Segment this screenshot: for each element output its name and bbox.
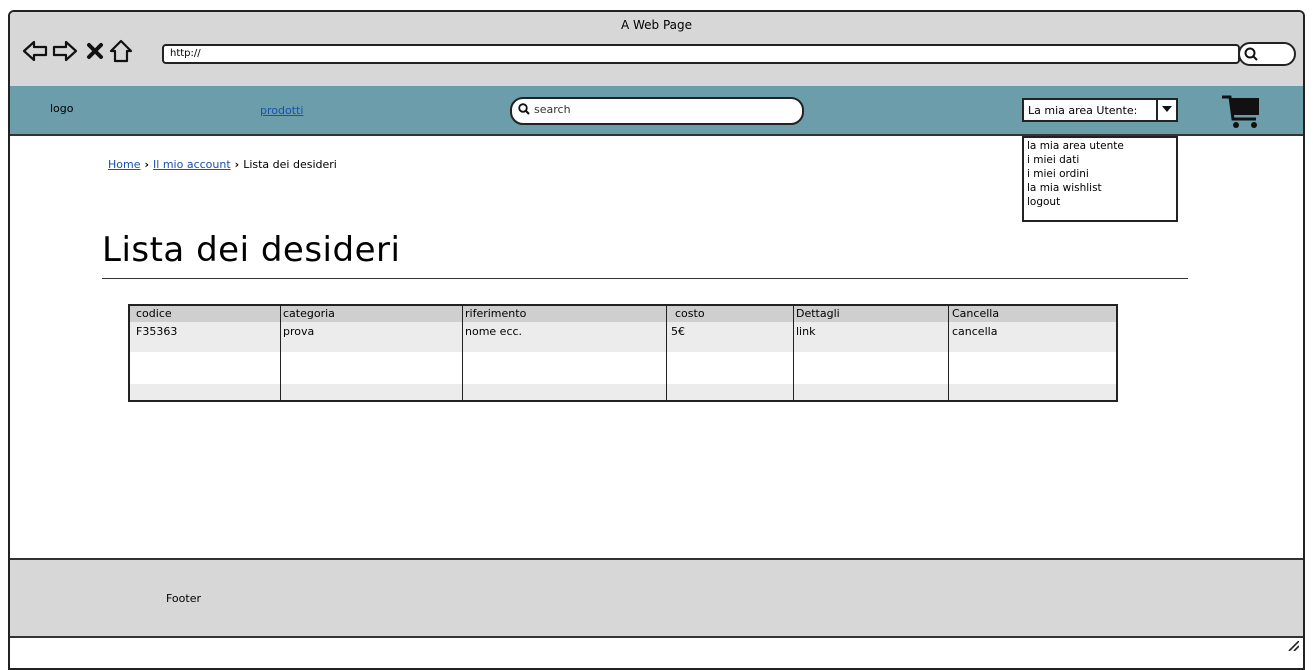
user-area-select[interactable]: La mia area Utente: bbox=[1022, 98, 1178, 122]
browser-search-button[interactable] bbox=[1238, 42, 1296, 66]
column-header-cost: costo bbox=[675, 307, 705, 320]
footer-label: Footer bbox=[166, 592, 201, 605]
site-search-input[interactable]: search bbox=[510, 97, 804, 125]
site-navbar: logo prodotti search La mia area Utente: bbox=[10, 86, 1303, 136]
cell-category: prova bbox=[283, 325, 315, 338]
site-logo[interactable]: logo bbox=[50, 102, 74, 115]
cell-code: F35363 bbox=[136, 325, 178, 338]
browser-window: A Web Page http:// logo prodotti search … bbox=[8, 10, 1305, 670]
search-icon bbox=[518, 103, 530, 115]
breadcrumb-chevron-icon: › bbox=[144, 158, 150, 171]
menu-item-wishlist[interactable]: la mia wishlist bbox=[1027, 181, 1173, 195]
column-header-reference: riferimento bbox=[465, 307, 527, 320]
cart-icon[interactable] bbox=[1222, 94, 1262, 130]
breadcrumb-account[interactable]: Il mio account bbox=[153, 158, 231, 171]
search-icon bbox=[1244, 47, 1258, 61]
column-header-code: codice bbox=[136, 307, 172, 320]
cell-delete-link[interactable]: cancella bbox=[952, 324, 997, 340]
column-divider bbox=[793, 306, 794, 400]
products-link[interactable]: prodotti bbox=[260, 104, 303, 117]
back-arrow-icon[interactable] bbox=[22, 38, 48, 64]
cell-details-link[interactable]: link bbox=[796, 324, 815, 340]
cell-cost: 5€ bbox=[671, 325, 685, 338]
wishlist-table: codice categoria riferimento costo Detta… bbox=[128, 304, 1118, 402]
menu-item-logout[interactable]: logout bbox=[1027, 195, 1173, 209]
browser-titlebar: A Web Page http:// bbox=[10, 12, 1303, 88]
menu-item-my-orders[interactable]: i miei ordini bbox=[1027, 167, 1173, 181]
column-divider bbox=[666, 306, 667, 400]
column-divider bbox=[948, 306, 949, 400]
menu-item-user-area[interactable]: la mia area utente bbox=[1027, 139, 1173, 153]
user-area-dropdown: la mia area utente i miei dati i miei or… bbox=[1022, 136, 1178, 222]
search-placeholder: search bbox=[534, 103, 571, 116]
site-footer: Footer bbox=[10, 558, 1303, 638]
breadcrumb-current: Lista dei desideri bbox=[243, 158, 337, 171]
url-bar[interactable]: http:// bbox=[162, 44, 1240, 64]
home-icon[interactable] bbox=[108, 38, 134, 64]
forward-arrow-icon[interactable] bbox=[52, 38, 78, 64]
stop-x-icon[interactable] bbox=[82, 38, 108, 64]
breadcrumb-chevron-icon: › bbox=[234, 158, 240, 171]
column-divider bbox=[280, 306, 281, 400]
column-header-category: categoria bbox=[283, 307, 335, 320]
page-title: Lista dei desideri bbox=[102, 230, 401, 270]
title-divider bbox=[102, 278, 1188, 279]
breadcrumb: Home › Il mio account › Lista dei desideri bbox=[108, 158, 337, 171]
cell-reference: nome ecc. bbox=[465, 325, 523, 338]
table-row bbox=[130, 384, 1116, 400]
column-divider bbox=[462, 306, 463, 400]
chevron-down-icon[interactable] bbox=[1156, 100, 1176, 120]
column-header-delete: Cancella bbox=[952, 307, 1000, 320]
window-title: A Web Page bbox=[620, 18, 693, 32]
breadcrumb-home[interactable]: Home bbox=[108, 158, 140, 171]
column-header-details: Dettagli bbox=[796, 307, 840, 320]
user-area-selected-value: La mia area Utente: bbox=[1028, 104, 1138, 117]
menu-item-my-data[interactable]: i miei dati bbox=[1027, 153, 1173, 167]
